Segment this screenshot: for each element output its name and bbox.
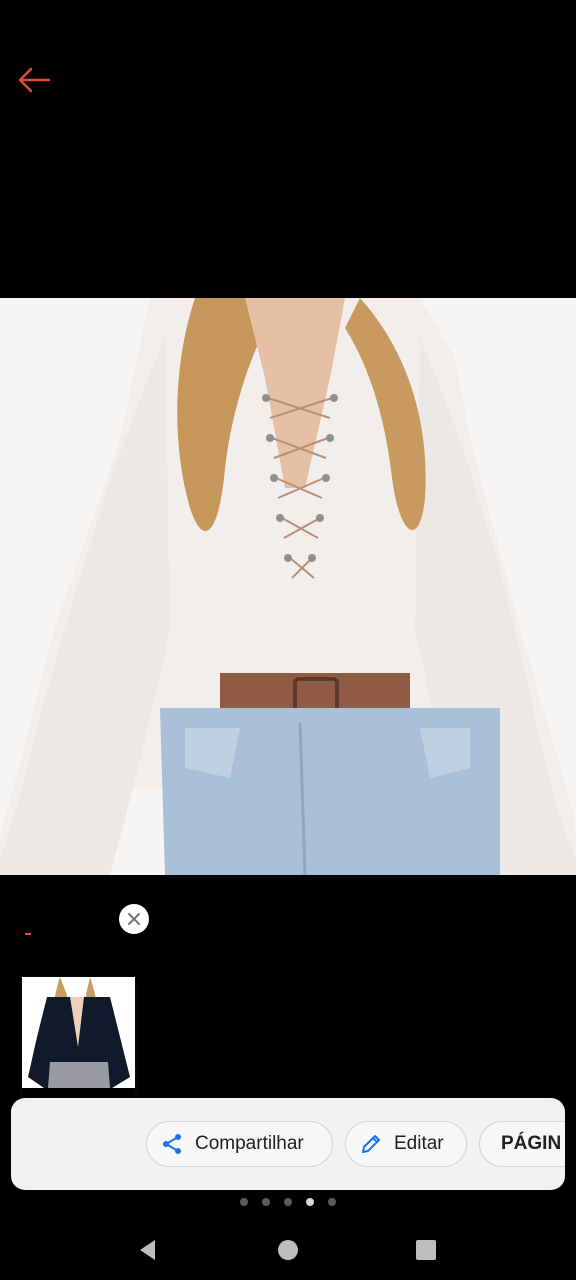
pencil-icon xyxy=(358,1131,384,1157)
close-icon xyxy=(128,913,140,925)
square-recents-icon xyxy=(416,1240,436,1260)
indicator-mark xyxy=(25,933,31,935)
back-button[interactable] xyxy=(14,62,54,98)
triangle-back-icon xyxy=(140,1240,155,1260)
thumbnail-image xyxy=(22,977,135,1088)
arrow-left-icon xyxy=(18,67,51,93)
page-indicator xyxy=(0,1196,576,1208)
system-navigation-bar xyxy=(0,1220,576,1280)
main-product-image[interactable] xyxy=(0,298,576,875)
circle-home-icon xyxy=(278,1240,298,1260)
page-label: PÁGIN xyxy=(501,1133,562,1154)
page-dot xyxy=(240,1198,248,1206)
close-thumbnail-button[interactable] xyxy=(119,904,149,934)
share-icon xyxy=(159,1131,185,1157)
page-dot xyxy=(328,1198,336,1206)
action-bar: Compartilhar Editar PÁGIN xyxy=(11,1098,565,1190)
nav-home-button[interactable] xyxy=(268,1234,308,1266)
page-dot-active xyxy=(306,1198,314,1206)
share-label: Compartilhar xyxy=(195,1133,304,1154)
nav-back-button[interactable] xyxy=(128,1234,168,1266)
share-button[interactable]: Compartilhar xyxy=(146,1121,333,1167)
edit-button[interactable]: Editar xyxy=(345,1121,467,1167)
edit-label: Editar xyxy=(394,1133,444,1154)
page-dot xyxy=(262,1198,270,1206)
nav-recents-button[interactable] xyxy=(406,1234,446,1266)
page-dot xyxy=(284,1198,292,1206)
page-button[interactable]: PÁGIN xyxy=(479,1121,565,1167)
